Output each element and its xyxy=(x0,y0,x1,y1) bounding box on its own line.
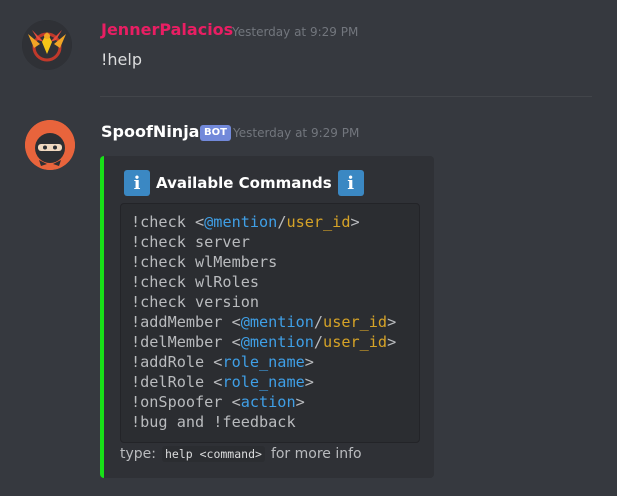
command-line: !check wlRoles xyxy=(131,272,409,292)
footer-inline-code: help <command> xyxy=(162,446,265,462)
information-icon: i xyxy=(124,170,150,196)
command-token: / xyxy=(313,313,324,331)
command-line: !check server xyxy=(131,232,409,252)
command-token: !check server xyxy=(131,233,250,251)
command-token: !check version xyxy=(131,293,260,311)
command-token: !addMember < xyxy=(131,313,241,331)
message-timestamp: Yesterday at 9:29 PM xyxy=(233,126,360,140)
embed-title: i Available Commands i xyxy=(124,170,364,196)
command-token: > xyxy=(350,213,360,231)
command-token: !delMember < xyxy=(131,333,241,351)
ninja-avatar-icon xyxy=(25,120,75,170)
command-token: @mention xyxy=(240,313,314,331)
phoenix-avatar-icon xyxy=(22,20,72,70)
message-timestamp: Yesterday at 9:29 PM xyxy=(232,25,359,39)
command-token: !check wlRoles xyxy=(131,273,260,291)
avatar-spoofninja[interactable] xyxy=(25,120,75,170)
command-token: !delRole < xyxy=(131,373,223,391)
command-token: user_id xyxy=(323,313,388,331)
command-line: !delMember <@mention/user_id> xyxy=(131,332,409,352)
message-divider xyxy=(100,96,592,97)
command-token: role_name xyxy=(222,353,305,371)
footer-suffix: for more info xyxy=(270,446,362,462)
command-token: > xyxy=(304,373,314,391)
command-line: !addRole <role_name> xyxy=(131,352,409,372)
command-token: !check < xyxy=(131,213,205,231)
information-icon: i xyxy=(337,170,364,196)
command-line: !addMember <@mention/user_id> xyxy=(131,312,409,332)
footer-prefix: type: xyxy=(120,446,156,462)
command-line: !check <@mention/user_id> xyxy=(131,212,409,232)
command-token: role_name xyxy=(222,373,305,391)
command-token: user_id xyxy=(323,333,388,351)
command-token: !bug and !feedback xyxy=(131,413,296,431)
embed-card: i Available Commands i !check <@mention/… xyxy=(100,156,434,478)
command-line: !check wlMembers xyxy=(131,252,409,272)
command-token: > xyxy=(387,313,397,331)
embed-footer: type: help <command> for more info xyxy=(120,446,362,462)
command-token: action xyxy=(240,393,296,411)
command-token: @mention xyxy=(204,213,278,231)
bot-badge: BOT xyxy=(200,125,231,141)
command-token: > xyxy=(387,333,397,351)
command-token: user_id xyxy=(286,213,351,231)
command-token: !check wlMembers xyxy=(131,253,278,271)
username-spoofninja[interactable]: SpoofNinja xyxy=(101,122,199,141)
username-jennerpalacios[interactable]: JennerPalacios xyxy=(101,20,233,39)
command-token: > xyxy=(295,393,305,411)
commands-codeblock: !check <@mention/user_id> !check server !c… xyxy=(120,203,420,443)
avatar-jennerpalacios[interactable] xyxy=(22,20,72,70)
command-token: !onSpoofer < xyxy=(131,393,241,411)
command-line: !bug and !feedback xyxy=(131,412,409,432)
command-line: !delRole <role_name> xyxy=(131,372,409,392)
command-line: !onSpoofer <action> xyxy=(131,392,409,412)
command-token: !addRole < xyxy=(131,353,223,371)
embed-title-text: Available Commands xyxy=(156,174,332,192)
command-token: > xyxy=(304,353,314,371)
command-token: @mention xyxy=(240,333,314,351)
command-token: / xyxy=(313,333,324,351)
message-content: !help xyxy=(101,50,142,69)
command-line: !check version xyxy=(131,292,409,312)
